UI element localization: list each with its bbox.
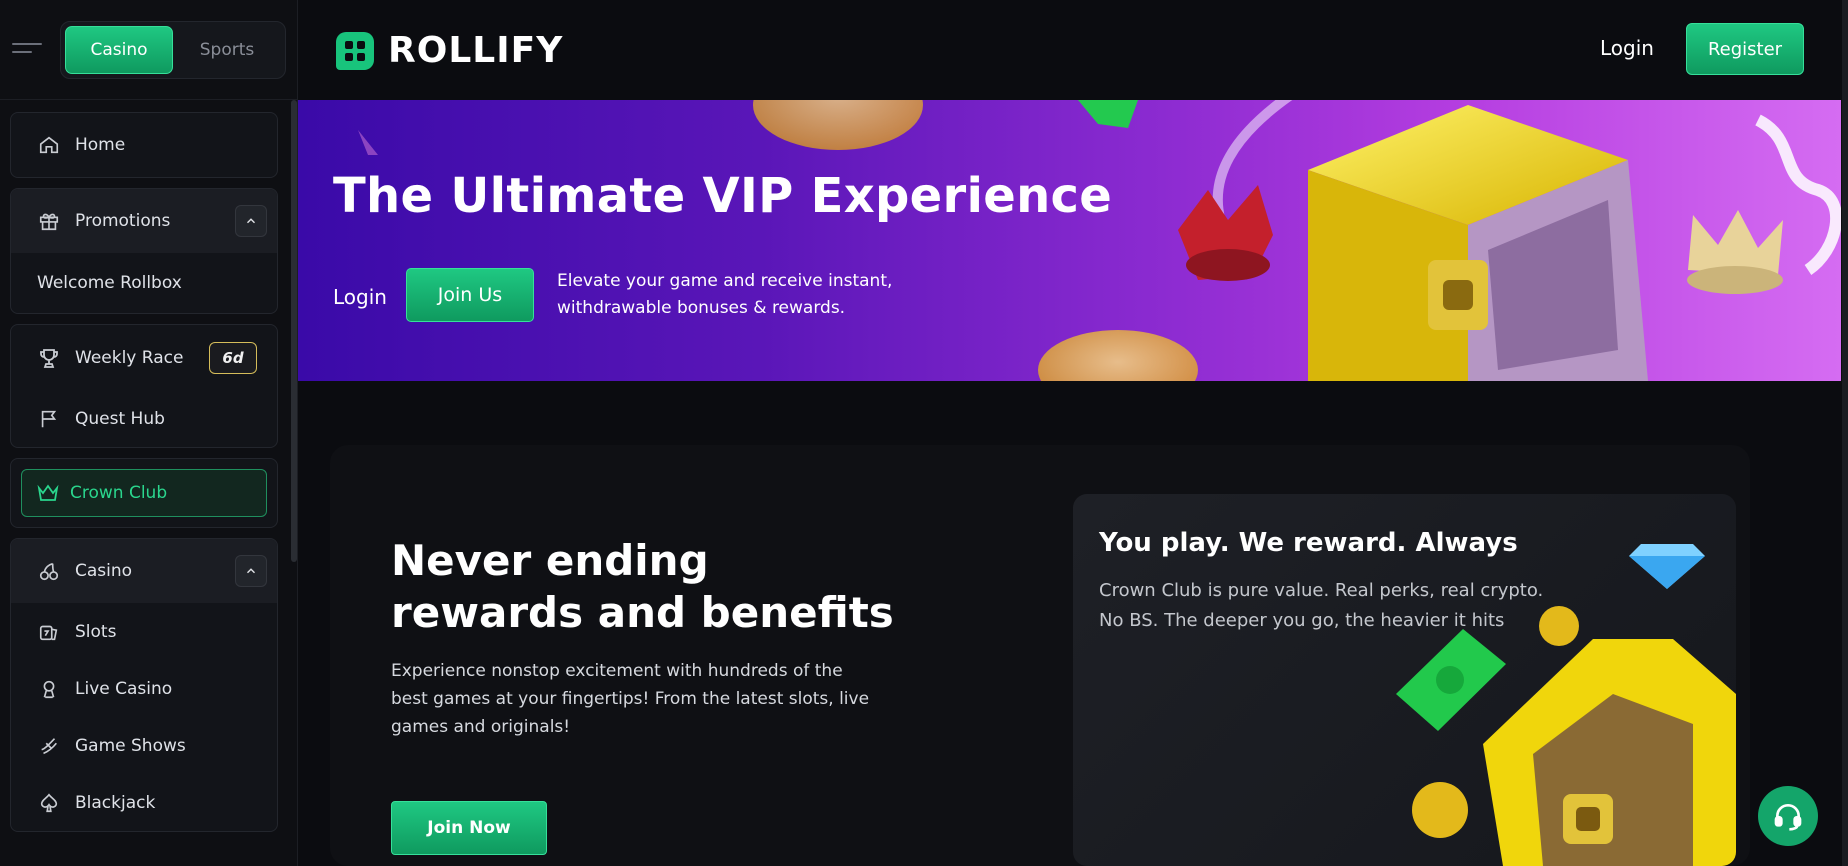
blackjack-label: Blackjack xyxy=(75,793,156,813)
mode-switch: Casino Sports xyxy=(60,20,286,79)
sidebar-item-weekly-race[interactable]: Weekly Race 6d xyxy=(11,325,277,391)
sidebar-item-casino[interactable]: Casino xyxy=(11,539,277,603)
register-button[interactable]: Register xyxy=(1686,23,1804,75)
page-scrollbar[interactable] xyxy=(1842,0,1848,866)
casino-label: Casino xyxy=(75,561,133,581)
crown-club-card: You play. We reward. Always Crown Club i… xyxy=(1073,494,1736,866)
join-us-button[interactable]: Join Us xyxy=(406,268,534,322)
casino-tab[interactable]: Casino xyxy=(65,25,173,74)
dice-logo-icon xyxy=(336,31,374,70)
sidebar-item-blackjack[interactable]: Blackjack xyxy=(11,775,277,831)
sidebar-item-home[interactable]: Home xyxy=(11,113,277,177)
race-countdown-badge: 6d xyxy=(209,342,257,374)
hero-login-link[interactable]: Login xyxy=(333,285,387,309)
headset-icon xyxy=(1772,800,1804,832)
hero-description: Elevate your game and receive instant, w… xyxy=(557,271,893,318)
cash-bill-art xyxy=(1396,629,1506,731)
game-shows-label: Game Shows xyxy=(75,736,186,756)
sports-tab[interactable]: Sports xyxy=(173,26,281,74)
rewards-description: Experience nonstop excitement with hundr… xyxy=(391,661,870,737)
app-root: Casino Sports Home Promotions Welcome Ro… xyxy=(0,0,1848,866)
quest-hub-label: Quest Hub xyxy=(75,409,165,429)
game-shows-icon xyxy=(37,734,61,758)
sidebar-item-quest-hub[interactable]: Quest Hub xyxy=(11,391,277,447)
sidebar-nav: Home Promotions Welcome Rollbox Weekly R… xyxy=(10,112,278,842)
home-icon xyxy=(37,133,61,157)
live-casino-icon xyxy=(37,677,61,701)
sidebar-item-welcome-rollbox[interactable]: Welcome Rollbox xyxy=(11,253,277,313)
gift-icon xyxy=(37,209,61,233)
login-button[interactable]: Login xyxy=(1600,36,1654,60)
race-group: Weekly Race 6d Quest Hub xyxy=(10,324,278,448)
sidebar-item-game-shows[interactable]: Game Shows xyxy=(11,717,277,775)
flag-icon xyxy=(37,407,61,431)
home-group: Home xyxy=(10,112,278,178)
treasure-chest-art xyxy=(1483,639,1736,866)
promotions-group: Promotions Welcome Rollbox xyxy=(10,188,278,314)
chevron-up-icon[interactable] xyxy=(235,555,267,587)
sidebar-top: Casino Sports xyxy=(0,0,297,100)
slots-icon xyxy=(37,620,61,644)
crown-club-label: Crown Club xyxy=(70,483,168,503)
hero-art xyxy=(358,100,1841,381)
home-label: Home xyxy=(75,135,126,155)
sidebar-item-promotions[interactable]: Promotions xyxy=(11,189,277,253)
sidebar-item-slots[interactable]: Slots xyxy=(11,603,277,661)
sidebar-item-live-casino[interactable]: Live Casino xyxy=(11,661,277,717)
red-crown-art xyxy=(1178,185,1273,281)
treasure-chest-art xyxy=(1308,105,1648,381)
cherry-icon xyxy=(37,559,61,583)
weekly-race-label: Weekly Race xyxy=(75,348,184,368)
hero-title: The Ultimate VIP Experience xyxy=(333,168,1113,224)
casino-group: Casino Slots Live Casino Game Shows Blac… xyxy=(10,538,278,832)
rewards-title: Never ending rewards and benefits xyxy=(391,536,894,637)
join-now-button[interactable]: Join Now xyxy=(391,801,547,855)
logo-text: ROLLIFY xyxy=(388,30,564,71)
diamond-icon xyxy=(1629,544,1705,589)
spade-icon xyxy=(37,791,61,815)
trophy-icon xyxy=(37,346,61,370)
logo[interactable]: ROLLIFY xyxy=(336,30,563,71)
crown-icon xyxy=(36,483,60,503)
top-header: ROLLIFY Login Register xyxy=(298,0,1848,100)
chevron-up-icon[interactable] xyxy=(235,205,267,237)
sidebar: Casino Sports Home Promotions Welcome Ro… xyxy=(0,0,298,866)
crown-club-group: Crown Club xyxy=(10,458,278,528)
slots-label: Slots xyxy=(75,622,117,642)
live-casino-label: Live Casino xyxy=(75,679,173,699)
vip-hero-banner: The Ultimate VIP Experience Login Join U… xyxy=(298,100,1841,381)
menu-icon[interactable] xyxy=(12,40,42,60)
gold-crown-art xyxy=(1687,210,1783,294)
promotions-label: Promotions xyxy=(75,211,171,231)
support-chat-button[interactable] xyxy=(1758,786,1818,846)
sidebar-scrollbar[interactable] xyxy=(291,100,297,562)
crown-club-button[interactable]: Crown Club xyxy=(21,469,267,517)
reward-card-art xyxy=(1396,544,1736,866)
